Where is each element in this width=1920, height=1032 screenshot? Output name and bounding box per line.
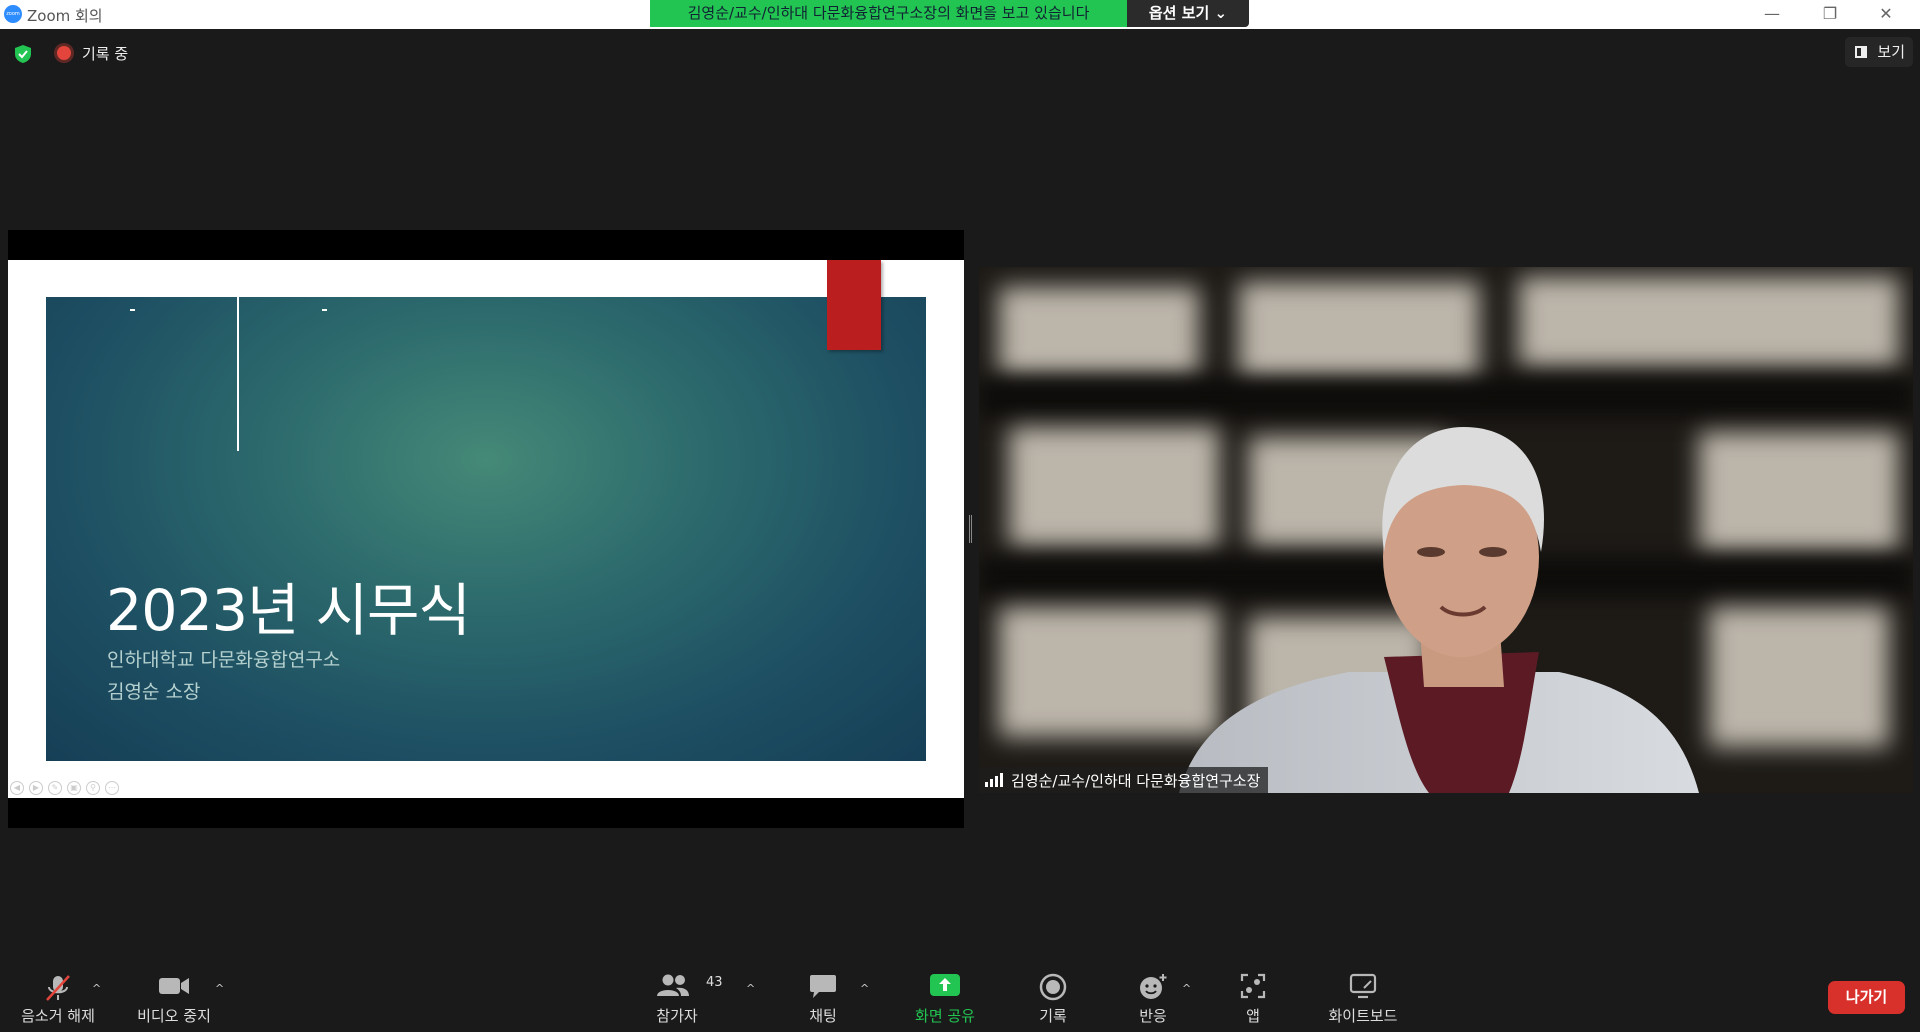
participants-options-caret[interactable]: ^ bbox=[746, 982, 755, 995]
whiteboard-button[interactable]: 화이트보드 bbox=[1318, 960, 1408, 1032]
background-shelf bbox=[1699, 432, 1899, 552]
shared-screen[interactable]: 2023년 시무식 인하대학교 다문화융합연구소 김영순 소장 ◀ ▶ ✎ ▣ … bbox=[8, 230, 964, 828]
view-layout-button[interactable]: 보기 bbox=[1845, 37, 1913, 67]
minimize-button[interactable]: — bbox=[1752, 2, 1792, 26]
participants-icon bbox=[657, 974, 689, 996]
reactions-label: 반응 bbox=[1139, 1007, 1167, 1025]
apps-label: 앱 bbox=[1246, 1007, 1260, 1025]
apps-icon bbox=[1240, 973, 1266, 999]
slide-subtitle: 인하대학교 다문화융합연구소 bbox=[107, 649, 341, 671]
leave-meeting-button[interactable]: 나가기 bbox=[1828, 981, 1905, 1014]
layout-icon bbox=[1855, 46, 1867, 58]
unmute-button[interactable]: 음소거 해제 bbox=[10, 960, 106, 1032]
share-screen-label: 화면 공유 bbox=[915, 1007, 975, 1025]
participant-person bbox=[1179, 427, 1699, 793]
whiteboard-label: 화이트보드 bbox=[1328, 1007, 1398, 1025]
signal-strength-icon bbox=[985, 773, 1003, 787]
slide-title: 2023년 시무식 bbox=[106, 578, 471, 644]
record-label: 기록 bbox=[1039, 1007, 1067, 1025]
slide-decoration bbox=[322, 309, 327, 311]
previous-slide-icon[interactable]: ◀ bbox=[10, 781, 24, 795]
participants-label: 참가자 bbox=[656, 1007, 698, 1025]
participants-count: 43 bbox=[706, 975, 723, 990]
screen-share-banner: 김영순/교수/인하대 다문화융합연구소장의 화면을 보고 있습니다 bbox=[650, 0, 1127, 27]
stop-video-button[interactable]: 비디오 중지 bbox=[126, 960, 222, 1032]
slide-decoration bbox=[130, 309, 135, 311]
close-button[interactable]: ✕ bbox=[1866, 2, 1906, 26]
video-options-caret[interactable]: ^ bbox=[215, 982, 224, 995]
chat-bubble-icon bbox=[810, 975, 836, 998]
recording-status: 기록 중 bbox=[82, 45, 129, 63]
recording-icon bbox=[57, 46, 71, 60]
security-shield-icon[interactable] bbox=[14, 44, 32, 64]
view-layout-label: 보기 bbox=[1877, 43, 1905, 61]
participant-name: 김영순/교수/인하대 다문화융합연구소장 bbox=[1011, 771, 1261, 790]
record-icon bbox=[1039, 973, 1067, 1001]
participants-button[interactable]: 43 참가자 bbox=[640, 960, 730, 1032]
share-screen-icon bbox=[930, 974, 960, 996]
stop-video-label: 비디오 중지 bbox=[137, 1007, 211, 1025]
restore-button[interactable]: ❐ bbox=[1810, 2, 1850, 26]
share-screen-button[interactable]: 화면 공유 bbox=[895, 960, 995, 1032]
video-camera-icon bbox=[159, 978, 189, 994]
view-options-button[interactable]: 옵션 보기 ⌄ bbox=[1127, 0, 1249, 27]
slides-grid-icon[interactable]: ▣ bbox=[67, 781, 81, 795]
muted-microphone-icon bbox=[46, 975, 70, 1001]
slide-toolbar: ◀ ▶ ✎ ▣ ⚲ ⋯ bbox=[10, 781, 119, 797]
meeting-toolbar: 음소거 해제 ^ 비디오 중지 ^ 43 참가자 ^ 채팅 ^ 화면 공유 기록… bbox=[0, 960, 1920, 1032]
zoom-icon[interactable]: ⚲ bbox=[86, 781, 100, 795]
apps-button[interactable]: 앱 bbox=[1210, 960, 1296, 1032]
unmute-label: 음소거 해제 bbox=[21, 1007, 95, 1025]
chat-label: 채팅 bbox=[809, 1007, 837, 1025]
presentation-slide: 2023년 시무식 인하대학교 다문화융합연구소 김영순 소장 bbox=[46, 297, 926, 761]
title-bar: zoom Zoom 회의 김영순/교수/인하대 다문화융합연구소장의 화면을 보… bbox=[0, 0, 1920, 29]
pen-icon[interactable]: ✎ bbox=[48, 781, 62, 795]
reactions-options-caret[interactable]: ^ bbox=[1182, 982, 1191, 995]
background-shelf bbox=[999, 287, 1199, 377]
background-shelf bbox=[1519, 277, 1899, 367]
chevron-down-icon: ⌄ bbox=[1214, 4, 1228, 22]
more-options-icon[interactable]: ⋯ bbox=[105, 781, 119, 795]
background-shelf bbox=[1709, 607, 1889, 747]
view-options-label: 옵션 보기 bbox=[1148, 4, 1210, 22]
participant-video-tile[interactable]: 김영순/교수/인하대 다문화융합연구소장 bbox=[979, 267, 1913, 793]
next-slide-icon[interactable]: ▶ bbox=[29, 781, 43, 795]
panel-resize-handle[interactable] bbox=[969, 515, 972, 543]
window-title: Zoom 회의 bbox=[27, 7, 103, 25]
chat-button[interactable]: 채팅 bbox=[778, 960, 868, 1032]
slide-red-tab bbox=[827, 260, 881, 350]
slide-presenter: 김영순 소장 bbox=[107, 681, 201, 703]
slide-divider-line bbox=[237, 297, 239, 451]
participant-name-tag: 김영순/교수/인하대 다문화융합연구소장 bbox=[979, 767, 1269, 793]
background-shelf bbox=[1239, 282, 1479, 382]
smiley-icon bbox=[1140, 974, 1167, 999]
reactions-button[interactable]: 반응 bbox=[1110, 960, 1196, 1032]
whiteboard-icon bbox=[1349, 973, 1377, 999]
audio-options-caret[interactable]: ^ bbox=[92, 982, 101, 995]
shared-slide-area: 2023년 시무식 인하대학교 다문화융합연구소 김영순 소장 ◀ ▶ ✎ ▣ … bbox=[8, 260, 964, 798]
record-button[interactable]: 기록 bbox=[1010, 960, 1096, 1032]
zoom-logo-icon: zoom bbox=[4, 5, 22, 23]
chat-options-caret[interactable]: ^ bbox=[860, 982, 869, 995]
